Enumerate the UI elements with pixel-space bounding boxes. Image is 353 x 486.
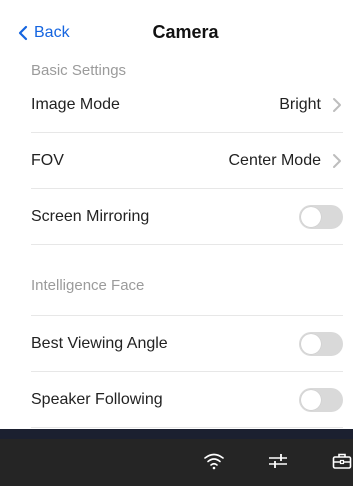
camera-settings-screen: Back Camera Basic Settings Image Mode Br… — [0, 0, 353, 486]
section-intelligence-face: Intelligence Face — [31, 277, 145, 294]
fov-row[interactable]: FOV Center Mode — [31, 133, 343, 189]
best-viewing-angle-toggle[interactable] — [299, 331, 343, 356]
screen-mirroring-row: Screen Mirroring — [31, 189, 343, 245]
toggle-knob — [301, 333, 321, 354]
bottom-toolbar — [0, 429, 353, 486]
sliders-icon[interactable] — [267, 450, 289, 472]
speaker-following-row: Speaker Following — [31, 372, 343, 428]
chevron-right-icon — [331, 152, 343, 170]
fov-label: FOV — [31, 151, 64, 169]
screen-mirroring-label: Screen Mirroring — [31, 207, 150, 225]
toggle-knob — [301, 206, 321, 227]
image-mode-value: Bright — [279, 95, 321, 113]
speaker-following-toggle[interactable] — [299, 387, 343, 412]
toggle-knob — [301, 389, 321, 410]
header: Back Camera — [0, 0, 353, 60]
best-viewing-angle-row: Best Viewing Angle — [31, 316, 343, 372]
image-mode-row[interactable]: Image Mode Bright — [31, 77, 343, 133]
page-title: Camera — [152, 22, 219, 42]
wifi-icon[interactable] — [203, 450, 225, 472]
speaker-following-label: Speaker Following — [31, 390, 163, 408]
chevron-right-icon — [331, 96, 343, 114]
screen-mirroring-toggle[interactable] — [299, 204, 343, 229]
fov-value: Center Mode — [228, 151, 322, 169]
toolbar-accent-strip — [0, 429, 353, 439]
best-viewing-angle-label: Best Viewing Angle — [31, 334, 168, 352]
image-mode-label: Image Mode — [31, 95, 120, 113]
toolbox-icon[interactable] — [331, 450, 353, 472]
